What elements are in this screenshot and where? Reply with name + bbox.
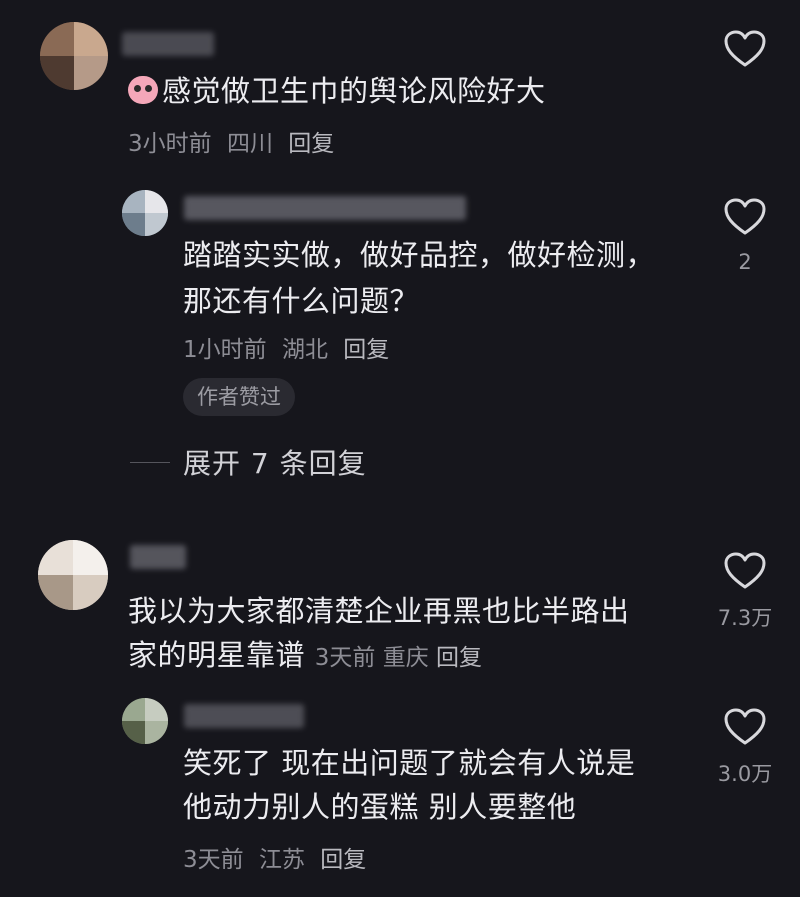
comment-list: 感觉做卫生巾的舆论风险好大 3小时前 四川 回复 踏踏实实做，做好品控，做好检测… xyxy=(0,0,800,897)
reply-button[interactable]: 回复 xyxy=(288,131,334,157)
avatar[interactable] xyxy=(122,698,168,744)
comment-location: 四川 xyxy=(226,131,273,157)
reply-text: 踏踏实实做，做好品控，做好检测， xyxy=(183,238,656,272)
comment-text: 家的明星靠谱 3天前 重庆 回复 xyxy=(128,638,482,672)
author-liked-badge: 作者赞过 xyxy=(183,378,295,416)
comment-text: 我以为大家都清楚企业再黑也比半路出 xyxy=(128,594,630,628)
avatar[interactable] xyxy=(40,22,108,90)
reply-text: 那还有什么问题？ xyxy=(183,284,420,318)
reply-text: 笑死了 现在出问题了就会有人说是 xyxy=(183,746,636,780)
expand-divider xyxy=(130,462,170,463)
username-blurred[interactable] xyxy=(184,704,304,728)
username-blurred[interactable] xyxy=(130,545,186,569)
expand-replies-button[interactable]: 展开 7 条回复 xyxy=(183,442,367,482)
heart-icon[interactable] xyxy=(724,552,766,590)
like-count: 7.3万 xyxy=(717,606,773,630)
reply-text: 他动力别人的蛋糕 别人要整他 xyxy=(183,790,577,824)
username-blurred[interactable] xyxy=(122,32,214,56)
reply-button[interactable]: 回复 xyxy=(320,847,366,873)
comment-meta: 3天前 江苏 回复 xyxy=(183,840,374,874)
comment-time: 1小时前 xyxy=(183,337,267,363)
comment-time: 3小时前 xyxy=(128,131,212,157)
comment-location: 湖北 xyxy=(281,337,328,363)
heart-icon[interactable] xyxy=(724,30,766,68)
comment-meta: 1小时前 湖北 回复 xyxy=(183,330,397,364)
reply-button[interactable]: 回复 xyxy=(343,337,389,363)
comment-time: 3天前 xyxy=(183,847,244,873)
emoji-icon xyxy=(128,76,158,104)
reply-button[interactable]: 回复 xyxy=(436,645,482,671)
heart-icon[interactable] xyxy=(724,198,766,236)
comment-time: 3天前 xyxy=(314,645,376,671)
avatar[interactable] xyxy=(38,540,108,610)
comment-meta: 3小时前 四川 回复 xyxy=(128,124,342,158)
comment-location: 重庆 xyxy=(382,645,429,671)
avatar[interactable] xyxy=(122,190,168,236)
comment-location: 江苏 xyxy=(258,847,305,873)
heart-icon[interactable] xyxy=(724,708,766,746)
like-count: 2 xyxy=(738,250,752,274)
comment-text: 感觉做卫生巾的舆论风险好大 xyxy=(128,68,546,115)
like-count: 3.0万 xyxy=(717,762,773,786)
username-blurred[interactable] xyxy=(184,196,466,220)
